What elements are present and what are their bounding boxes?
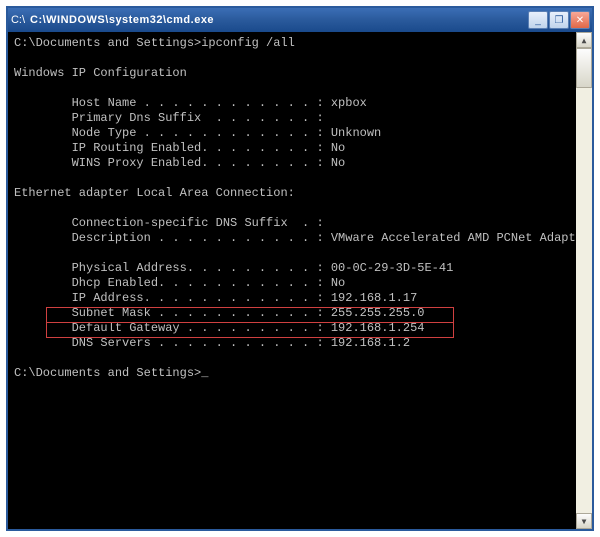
- scroll-thumb[interactable]: [576, 48, 592, 88]
- minimize-button[interactable]: _: [528, 11, 548, 29]
- scroll-track[interactable]: [576, 48, 592, 513]
- cmd-window: C:\ C:\WINDOWS\system32\cmd.exe _ ❐ ✕ C:…: [6, 6, 594, 531]
- scroll-up-button[interactable]: ▲: [576, 32, 592, 48]
- terminal-output[interactable]: C:\Documents and Settings>ipconfig /all …: [8, 32, 592, 529]
- maximize-button[interactable]: ❐: [549, 11, 569, 29]
- scroll-down-button[interactable]: ▼: [576, 513, 592, 529]
- window-controls: _ ❐ ✕: [528, 11, 590, 29]
- titlebar[interactable]: C:\ C:\WINDOWS\system32\cmd.exe _ ❐ ✕: [8, 8, 592, 32]
- vertical-scrollbar[interactable]: ▲ ▼: [576, 32, 592, 529]
- close-button[interactable]: ✕: [570, 11, 590, 29]
- window-title: C:\WINDOWS\system32\cmd.exe: [30, 14, 528, 26]
- cmd-icon: C:\: [10, 13, 26, 27]
